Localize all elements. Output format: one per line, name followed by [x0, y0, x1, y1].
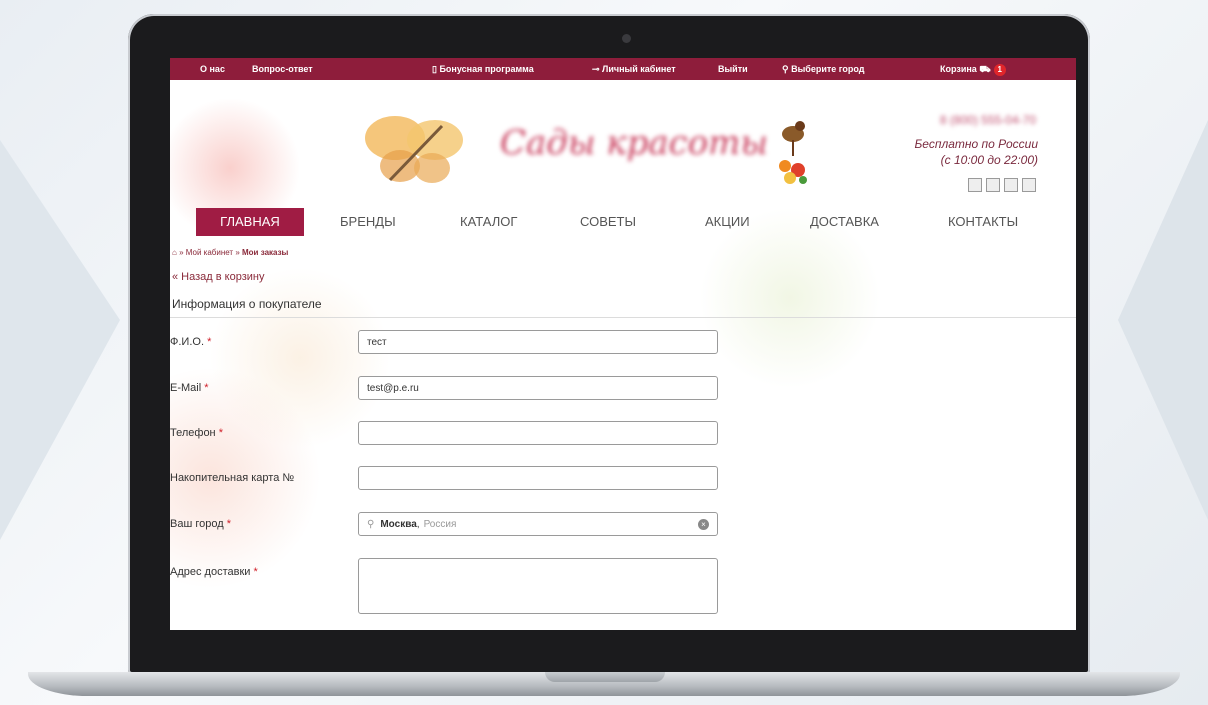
city-field[interactable]: ⚲ Москва, Россия ×	[358, 512, 718, 536]
youtube-icon[interactable]	[1022, 178, 1036, 192]
loyalty-card-field[interactable]	[358, 466, 718, 490]
required-mark: *	[253, 566, 258, 578]
city-value: Москва	[380, 518, 417, 530]
phone-field[interactable]	[358, 421, 718, 445]
about-link[interactable]: О нас	[200, 64, 225, 74]
cart-label: Корзина	[940, 64, 977, 74]
divider	[170, 317, 1076, 318]
search-icon: ⚲	[367, 518, 375, 530]
breadcrumb-orders: Мои заказы	[242, 248, 289, 257]
city-select-label: Выберите город	[791, 64, 865, 74]
address-label-text: Адрес доставки	[170, 566, 251, 578]
email-label: E-Mail *	[170, 382, 209, 394]
fio-label-text: Ф.И.О.	[170, 336, 204, 348]
laptop-screen: О нас Вопрос-ответ ▯ Бонусная программа …	[170, 58, 1076, 630]
screen-bezel-bottom	[170, 630, 1076, 654]
breadcrumb-account[interactable]: Мой кабинет	[186, 248, 233, 257]
home-icon[interactable]: ⌂	[172, 248, 177, 257]
city-country: Россия	[423, 518, 457, 530]
map-pin-icon: ⚲	[782, 64, 789, 74]
site-logo[interactable]: Сады красоты	[500, 123, 768, 163]
background-facet	[1118, 120, 1208, 520]
top-bar: О нас Вопрос-ответ ▯ Бонусная программа …	[170, 58, 1076, 80]
account-link[interactable]: ⊸ Личный кабинет	[592, 64, 676, 75]
social-links	[964, 178, 1036, 197]
hours-line: (с 10:00 до 22:00)	[940, 153, 1038, 167]
breadcrumb: ⌂ » Мой кабинет » Мои заказы	[172, 248, 289, 257]
bird-illustration	[779, 121, 807, 184]
camera-icon	[622, 34, 631, 43]
background-facet	[0, 140, 120, 540]
city-label: Ваш город *	[170, 518, 231, 530]
city-label-text: Ваш город	[170, 518, 224, 530]
main-nav: ГЛАВНАЯ БРЕНДЫ КАТАЛОГ СОВЕТЫ АКЦИИ ДОСТ…	[170, 206, 1076, 236]
laptop-notch	[545, 672, 665, 682]
nav-item-brands[interactable]: БРЕНДЫ	[340, 214, 396, 229]
nav-item-catalog[interactable]: КАТАЛОГ	[460, 214, 517, 229]
nav-item-tips[interactable]: СОВЕТЫ	[580, 214, 636, 229]
faq-link[interactable]: Вопрос-ответ	[252, 64, 313, 74]
required-mark: *	[204, 382, 209, 394]
free-call-line: Бесплатно по России	[914, 137, 1038, 151]
vk-icon[interactable]	[968, 178, 982, 192]
facebook-icon[interactable]	[1004, 178, 1018, 192]
fio-field[interactable]	[358, 330, 718, 354]
clear-icon[interactable]: ×	[698, 518, 709, 530]
fio-label: Ф.И.О. *	[170, 336, 211, 348]
address-field[interactable]	[358, 558, 718, 614]
bonus-label: Бонусная программа	[439, 64, 534, 74]
phone-label: Телефон *	[170, 427, 223, 439]
nav-item-delivery[interactable]: ДОСТАВКА	[810, 214, 879, 229]
butterfly-illustration	[365, 116, 463, 183]
back-to-cart-link[interactable]: « Назад в корзину	[172, 271, 264, 283]
bonus-link[interactable]: ▯ Бонусная программа	[432, 64, 534, 75]
odnoklassniki-icon[interactable]	[986, 178, 1000, 192]
section-title: Информация о покупателе	[172, 297, 322, 311]
account-label: Личный кабинет	[602, 64, 676, 74]
free-call-info: Бесплатно по России (с 10:00 до 22:00)	[914, 136, 1038, 168]
email-field[interactable]	[358, 376, 718, 400]
required-mark: *	[226, 518, 231, 530]
phone-label-text: Телефон	[170, 427, 216, 439]
logout-link[interactable]: Выйти	[718, 64, 748, 74]
cart-count-badge: 1	[993, 64, 1006, 76]
phone-number[interactable]: 8 (800) 555-04-70	[940, 113, 1036, 127]
city-select[interactable]: ⚲ Выберите город	[782, 64, 865, 75]
email-label-text: E-Mail	[170, 382, 202, 394]
cart-icon: ⛟	[979, 64, 991, 74]
required-mark: *	[207, 336, 212, 348]
nav-item-contacts[interactable]: КОНТАКТЫ	[948, 214, 1018, 229]
nav-item-promos[interactable]: АКЦИИ	[705, 214, 750, 229]
nav-item-home[interactable]: ГЛАВНАЯ	[196, 208, 304, 236]
city-separator: ,	[416, 518, 420, 530]
required-mark: *	[218, 427, 223, 439]
card-label: Накопительная карта №	[170, 472, 295, 484]
cart-link[interactable]: Корзина ⛟ 1	[940, 64, 1006, 76]
address-label: Адрес доставки *	[170, 566, 258, 578]
